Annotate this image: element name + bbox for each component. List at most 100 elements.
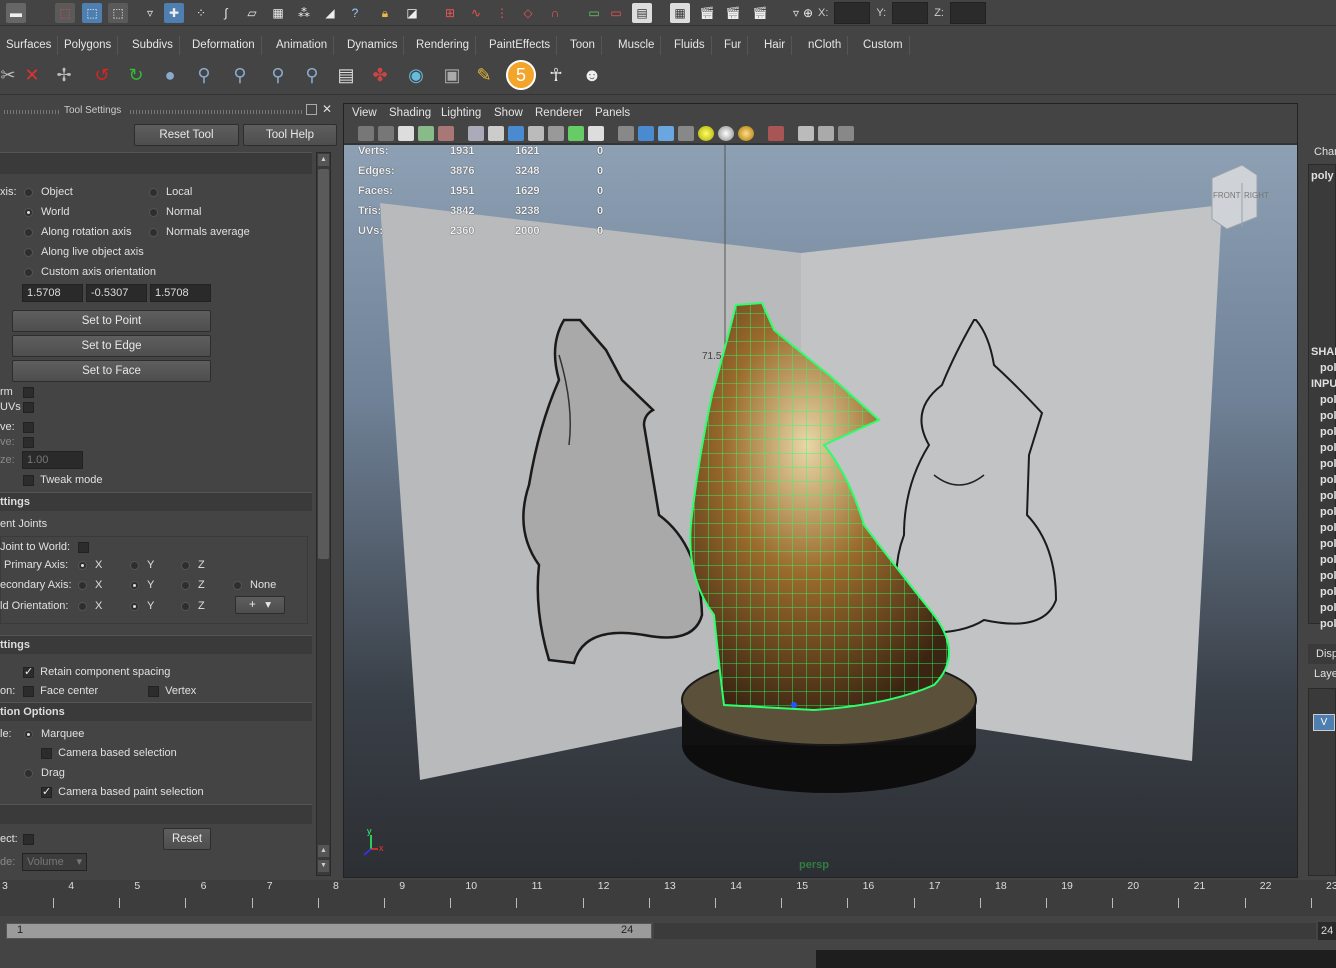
checkbox[interactable] [23, 386, 34, 398]
film-gate-icon[interactable] [488, 126, 504, 141]
world-orientation-dropdown[interactable]: + ▾ [235, 596, 285, 614]
input-item[interactable]: pol [1320, 394, 1336, 406]
checkbox[interactable] [23, 833, 34, 845]
sphere-tool-icon[interactable]: ◉ [402, 61, 430, 89]
secondary-z-radio[interactable]: Z [181, 579, 205, 591]
select-component-icon[interactable] [768, 126, 784, 141]
select-camera-icon[interactable] [358, 126, 374, 141]
range-slider[interactable]: 1 24 [6, 923, 652, 939]
snap-grid-icon[interactable]: ⊞ [440, 3, 460, 23]
shape-item[interactable]: pol [1320, 362, 1336, 374]
checkbox[interactable] [23, 685, 34, 697]
bookmark-icon[interactable] [398, 126, 414, 141]
radio-dot[interactable] [24, 227, 33, 237]
panel-grip-right[interactable] [130, 110, 302, 114]
layer-visibility-toggle[interactable]: V [1313, 714, 1335, 731]
set-to-edge-button[interactable]: Set to Edge [12, 335, 211, 357]
reset-tool-button[interactable]: Reset Tool [134, 124, 239, 146]
section-settings-header[interactable]: ttings [0, 492, 312, 511]
orient-joint-icon[interactable]: ⚲ [264, 61, 292, 89]
uvs-checkbox[interactable] [23, 401, 34, 413]
tweak-mode-checkbox[interactable]: Tweak mode [23, 474, 103, 486]
tab-toon[interactable]: Toon [564, 36, 602, 55]
radio-dot[interactable] [24, 247, 33, 257]
tab-ncloth[interactable]: nCloth [802, 36, 849, 55]
radio-dot[interactable] [78, 580, 87, 590]
radio-dot[interactable] [149, 207, 158, 217]
xray-joints-icon[interactable] [658, 126, 674, 141]
radio-along-rotation[interactable]: Along rotation axis [24, 226, 132, 238]
command-line-input[interactable] [816, 950, 1336, 968]
input-output-icon[interactable]: ▭ [584, 3, 604, 23]
tab-animation[interactable]: Animation [270, 36, 335, 55]
tab-polygons[interactable]: Polygons [58, 36, 119, 55]
world-z-radio[interactable]: Z [181, 600, 205, 612]
select-param-points-icon[interactable]: ⁘ [191, 3, 211, 23]
cluster-icon[interactable]: ✤ [366, 61, 394, 89]
radio-normal[interactable]: Normal [149, 206, 201, 218]
frame-selection-icon[interactable] [818, 126, 834, 141]
tool-settings-scrollbar[interactable]: ▲ ▲ ▼ [316, 152, 331, 876]
orient-y-field[interactable]: -0.5307 [86, 284, 147, 302]
ipr-render-icon[interactable]: 🎬︎ [697, 3, 717, 23]
z-field[interactable] [949, 2, 986, 24]
tab-rendering[interactable]: Rendering [410, 36, 477, 55]
panel-grip[interactable] [4, 110, 60, 114]
menu-renderer[interactable]: Renderer [535, 107, 583, 119]
radio-dot[interactable] [130, 580, 139, 590]
primary-z-radio[interactable]: Z [181, 559, 205, 571]
scene-canvas[interactable]: Verts: 1931 1621 0 Edges: 3876 3248 0 Fa… [344, 145, 1297, 877]
input-item[interactable]: pol [1320, 410, 1336, 422]
select-surface-icon[interactable]: ▱ [242, 3, 262, 23]
input-item[interactable]: pol [1320, 442, 1336, 454]
paint-weights-icon[interactable]: ⚲ [190, 61, 218, 89]
default-light-icon[interactable] [698, 126, 714, 141]
section-header-top[interactable] [0, 152, 312, 174]
radio-object[interactable]: Object [24, 186, 73, 198]
isolate-icon[interactable] [618, 126, 634, 141]
highlight-selection-icon[interactable]: ◪ [402, 3, 422, 23]
float-icon[interactable] [306, 104, 317, 115]
filter-icon[interactable]: ▿ [140, 3, 160, 23]
radio-dot[interactable] [130, 601, 139, 611]
input-item[interactable]: pol [1320, 490, 1336, 502]
set-to-face-button[interactable]: Set to Face [12, 360, 211, 382]
radio-dot[interactable] [181, 580, 190, 590]
lock-selection-icon[interactable]: 🔒︎ [375, 3, 395, 23]
radio-dot[interactable] [78, 601, 87, 611]
view-cube-right[interactable]: RIGHT [1244, 191, 1269, 200]
share-icon[interactable] [838, 126, 854, 141]
ze-field[interactable]: 1.00 [22, 451, 83, 469]
orient-x-field[interactable]: 1.5708 [22, 284, 83, 302]
orient-z-field[interactable]: 1.5708 [150, 284, 211, 302]
channel-object-name[interactable]: poly [1311, 170, 1334, 182]
input-item[interactable]: pol [1320, 522, 1336, 534]
two-d-pan-icon[interactable] [438, 126, 454, 141]
radio-dot[interactable] [24, 729, 33, 739]
section-bottom-header[interactable] [0, 804, 312, 824]
menu-panels[interactable]: Panels [595, 107, 630, 119]
tab-muscle[interactable]: Muscle [612, 36, 662, 55]
select-dynamics-icon[interactable]: ⁂ [294, 3, 314, 23]
checkbox[interactable] [23, 436, 34, 448]
image-plane-icon[interactable] [418, 126, 434, 141]
volume-dropdown[interactable]: Volume ▾ [22, 853, 87, 871]
cube-tool-icon[interactable]: ▣ [438, 61, 466, 89]
hypergraph-icon[interactable]: ▤ [332, 61, 360, 89]
tab-fur[interactable]: Fur [718, 36, 749, 55]
help-icon[interactable]: ? [345, 3, 365, 23]
face-mask-icon[interactable]: ☻ [578, 61, 606, 89]
menu-show[interactable]: Show [494, 107, 523, 119]
smooth-bind-icon[interactable]: ↻ [122, 61, 150, 89]
vertex-checkbox[interactable]: Vertex [148, 685, 196, 697]
radio-dot[interactable] [181, 601, 190, 611]
camera-paint-checkbox[interactable]: Camera based paint selection [41, 785, 204, 798]
secondary-none-radio[interactable]: None [233, 579, 276, 591]
drag-radio[interactable]: Drag [24, 767, 65, 779]
checkbox[interactable] [78, 541, 89, 553]
radio-dot[interactable] [24, 187, 33, 197]
rigid-bind-icon[interactable]: ● [156, 61, 184, 89]
tab-fluids[interactable]: Fluids [668, 36, 712, 55]
paint-tool-icon[interactable]: ✎ [470, 61, 498, 89]
checkbox[interactable] [148, 685, 159, 697]
